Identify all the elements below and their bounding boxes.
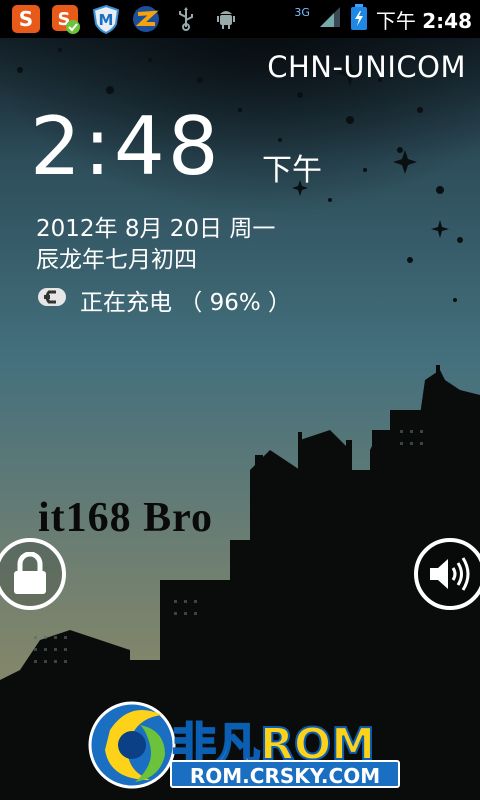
clock-time: 2:48 bbox=[30, 100, 222, 193]
system-status: 3G 下午 2:48 bbox=[294, 0, 472, 38]
date-label: 2012年 8月 20日 周一 bbox=[36, 216, 276, 242]
speaker-icon bbox=[430, 557, 470, 591]
charging-plug-icon bbox=[36, 286, 68, 314]
status-bar: S S M 3G 下午 2:48 bbox=[0, 0, 480, 38]
status-bar-time: 下午 2:48 bbox=[376, 5, 472, 34]
sogou-s-check-icon[interactable]: S bbox=[50, 3, 82, 35]
svg-text:S: S bbox=[19, 7, 33, 31]
charging-status: 正在充电 （ 96% ） bbox=[36, 283, 291, 317]
sogou-s-icon[interactable]: S bbox=[10, 3, 42, 35]
lunar-date-label: 辰龙年七月初四 bbox=[36, 247, 197, 273]
flash-z-icon[interactable] bbox=[130, 3, 162, 35]
sound-toggle-handle[interactable] bbox=[414, 538, 480, 610]
svg-text:M: M bbox=[99, 11, 114, 29]
notification-icons: S S M bbox=[10, 3, 242, 35]
signal-icon bbox=[318, 5, 342, 33]
status-ampm: 下午 bbox=[375, 8, 416, 33]
battery-charging-icon bbox=[350, 3, 368, 35]
charging-text: 正在充电 （ 96% ） bbox=[80, 290, 292, 316]
carrier-label: CHN-UNICOM bbox=[267, 50, 466, 84]
lockscreen-clock: 2:48 bbox=[30, 100, 222, 193]
clock-ampm: 下午 bbox=[262, 153, 322, 188]
network-3g-label: 3G bbox=[294, 5, 310, 19]
watermark-text: it168 Bro bbox=[38, 495, 214, 541]
lock-icon bbox=[14, 552, 46, 594]
usb-icon[interactable] bbox=[170, 3, 202, 35]
security-shield-m-icon[interactable]: M bbox=[90, 3, 122, 35]
brand-url: ROM.CRSKY.COM bbox=[170, 760, 400, 788]
status-time: 2:48 bbox=[422, 8, 472, 33]
android-debug-icon[interactable] bbox=[210, 3, 242, 35]
